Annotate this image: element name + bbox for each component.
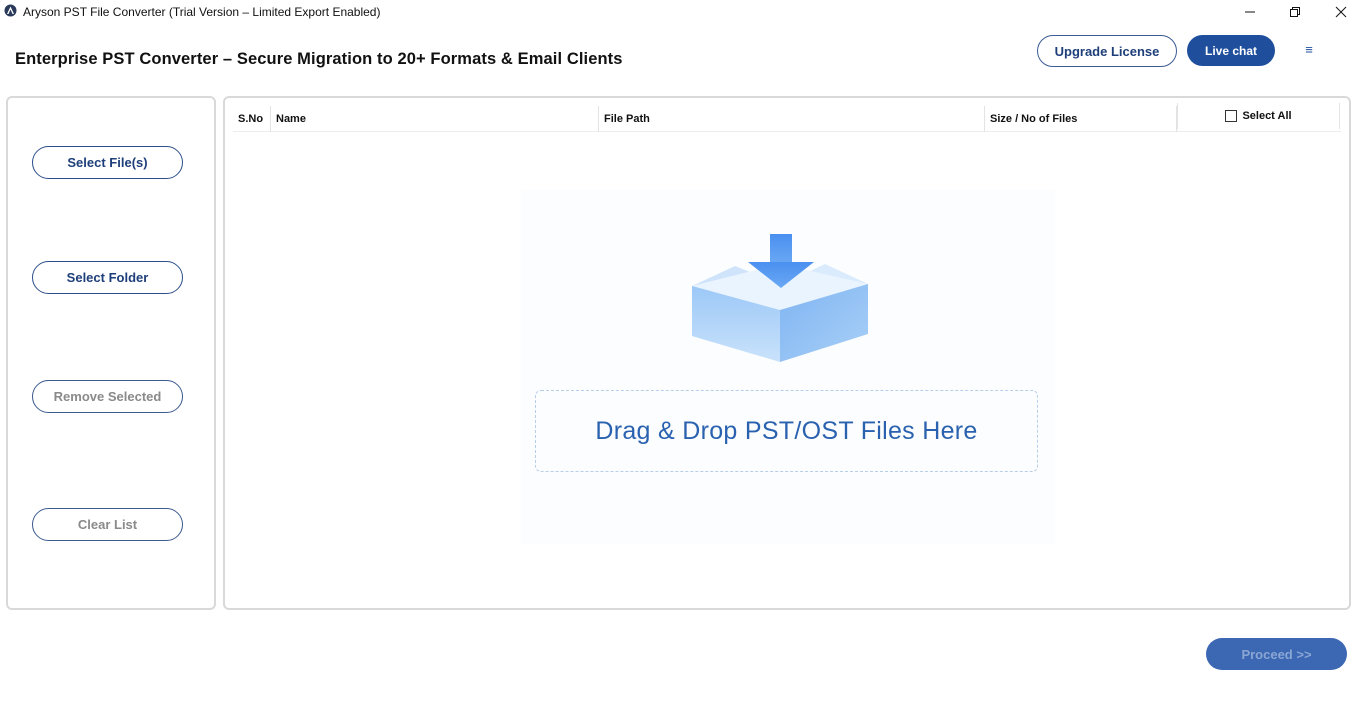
column-header-sno[interactable]: S.No (233, 106, 271, 132)
grid-header: S.No Name File Path Size / No of Files S… (233, 103, 1341, 132)
column-header-size[interactable]: Size / No of Files (985, 106, 1177, 132)
column-header-file-path[interactable]: File Path (599, 106, 985, 132)
minimize-icon (1245, 11, 1255, 13)
live-chat-button[interactable]: Live chat (1187, 35, 1275, 66)
file-list-panel: S.No Name File Path Size / No of Files S… (223, 96, 1351, 610)
select-files-button[interactable]: Select File(s) (32, 146, 183, 179)
drop-files-target[interactable]: Drag & Drop PST/OST Files Here (535, 390, 1038, 472)
select-all-label: Select All (1242, 110, 1292, 122)
window-title: Aryson PST File Converter (Trial Version… (23, 5, 381, 19)
select-all-checkbox[interactable] (1225, 110, 1238, 122)
download-box-icon (692, 234, 868, 362)
remove-selected-button[interactable]: Remove Selected (32, 380, 183, 413)
restore-icon (1290, 7, 1300, 17)
restore-button[interactable] (1272, 0, 1318, 24)
close-icon (1335, 6, 1347, 18)
upgrade-license-button[interactable]: Upgrade License (1037, 35, 1177, 67)
column-header-name[interactable]: Name (271, 106, 599, 132)
close-button[interactable] (1318, 0, 1364, 24)
sidebar-panel: Select File(s) Select Folder Remove Sele… (6, 96, 216, 610)
minimize-button[interactable] (1227, 0, 1273, 24)
select-all-control[interactable]: Select All (1177, 103, 1340, 129)
app-logo-icon (4, 4, 17, 17)
hamburger-menu-icon[interactable]: ≡ (1300, 40, 1318, 58)
select-folder-button[interactable]: Select Folder (32, 261, 183, 294)
proceed-button[interactable]: Proceed >> (1206, 638, 1347, 670)
title-bar: Aryson PST File Converter (Trial Version… (0, 0, 1366, 24)
clear-list-button[interactable]: Clear List (32, 508, 183, 541)
page-title: Enterprise PST Converter – Secure Migrat… (15, 50, 623, 68)
